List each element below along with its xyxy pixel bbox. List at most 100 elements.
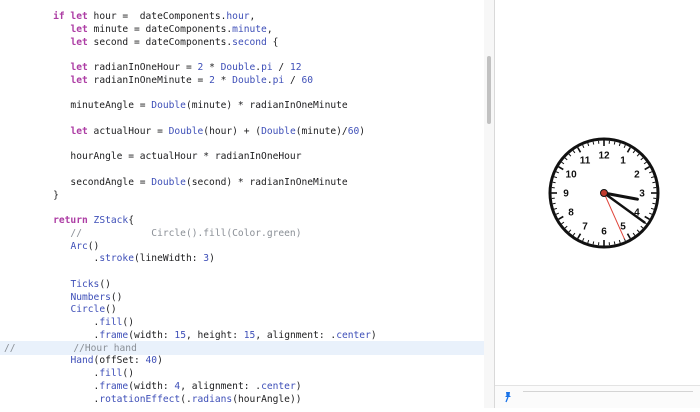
pin-icon[interactable] [502,391,514,403]
code-line[interactable]: .frame(width: 15, height: 15, alignment:… [30,329,377,342]
code-token: let [70,62,87,73]
code-token: center [261,381,296,392]
code-token: Arc [70,241,87,252]
code-line[interactable]: if let hour = dateComponents.hour, [30,10,255,23]
code-token: . [30,381,99,392]
code-editor[interactable]: if let hour = dateComponents.hour, let m… [0,0,484,408]
preview-bottom-bar [495,385,700,408]
code-token: hour = dateComponents. [88,11,227,22]
code-line[interactable]: let minute = dateComponents.minute, [30,23,273,36]
code-line[interactable]: .fill() [30,316,134,329]
code-line[interactable]: Circle() [30,303,117,316]
code-token: Double [169,126,204,137]
code-line[interactable]: // Circle().fill(Color.green) [30,227,301,240]
code-token: * [215,75,232,86]
code-line[interactable]: let actualHour = Double(hour) + (Double(… [30,125,365,138]
code-token [30,37,70,48]
code-line[interactable]: Ticks() [30,278,111,291]
code-token: { [128,215,134,226]
clock-number: 10 [566,170,578,181]
code-line[interactable]: let radianInOneHour = 2 * Double.pi / 12 [30,61,302,74]
code-token [30,355,70,366]
code-line[interactable]: let radianInOneMinute = 2 * Double.pi / … [30,74,313,87]
code-token: () [88,241,100,252]
code-token: . [30,394,99,405]
code-token: , alignment: . [180,381,261,392]
code-token: 12 [290,62,302,73]
code-token [30,75,70,86]
code-token: let [70,37,87,48]
code-token: hour [226,11,249,22]
code-token: . [30,253,99,264]
code-token: Ticks [70,279,99,290]
clock-number: 2 [634,170,640,181]
clock-number: 9 [563,189,569,200]
clock-number: 7 [582,221,588,232]
code-token: . [30,330,99,341]
code-token: 15 [244,330,256,341]
code-line[interactable]: Hand(offSet: 40) [30,354,163,367]
code-token: second = dateComponents. [88,37,232,48]
code-line[interactable]: .stroke(lineWidth: 3) [30,252,215,265]
code-line[interactable]: secondAngle = Double(second) * radianInO… [30,176,348,189]
code-token: frame [99,381,128,392]
code-token [30,279,70,290]
code-token: () [111,292,123,303]
code-token: (width: [128,330,174,341]
code-token: hourAngle = actualHour * radianInOneHour [30,151,301,162]
code-token: , alignment: . [255,330,336,341]
clock-tick [593,241,594,244]
code-token: frame [99,330,128,341]
clock-number: 8 [568,208,574,219]
code-line[interactable]: // //Hour hand [4,342,137,355]
code-token: Double [232,75,267,86]
code-token: 60 [302,75,314,86]
code-line[interactable]: hourAngle = actualHour * radianInOneHour [30,150,301,163]
code-token: return [53,215,88,226]
code-token: ) [359,126,365,137]
code-token: radians [192,394,232,405]
code-token: , [267,24,273,35]
code-token: minute = dateComponents. [88,24,232,35]
code-token: (. [180,394,192,405]
clock-tick [553,182,556,183]
code-token: center [336,330,371,341]
code-token: , [250,11,256,22]
clock-view: 121234567891011 [495,0,700,408]
code-token: // Circle().fill(Color.green) [30,228,301,239]
code-token: / [284,75,301,86]
code-token: 40 [146,355,158,366]
code-token: Double [261,126,296,137]
code-token: (hour) + ( [203,126,261,137]
code-line[interactable]: minuteAngle = Double(minute) * radianInO… [30,99,348,112]
code-token: 60 [348,126,360,137]
clock-tick [553,203,556,204]
code-token: () [99,279,111,290]
code-token: (hourAngle)) [232,394,301,405]
code-line[interactable]: return ZStack{ [30,214,134,227]
clock-tick [652,203,655,204]
code-token: () [105,304,117,315]
code-line[interactable]: .fill() [30,367,134,380]
code-line[interactable]: Numbers() [30,291,122,304]
code-token [30,126,70,137]
code-token [30,292,70,303]
preview-canvas: 121234567891011 [495,0,700,408]
code-line[interactable]: let second = dateComponents.second { [30,36,278,49]
code-token: } [30,190,59,201]
scrollbar-thumb[interactable] [487,56,491,124]
code-token: / [273,62,290,73]
code-token: Numbers [70,292,110,303]
code-token: (second) * radianInOneMinute [186,177,348,188]
editor-scrollbar[interactable] [484,0,494,408]
code-token: fill [99,317,122,328]
code-line[interactable]: .frame(width: 4, alignment: .center) [30,380,302,393]
code-token: . [30,317,99,328]
code-token: ZStack [94,215,129,226]
code-line[interactable]: } [30,189,59,202]
code-line[interactable]: .rotationEffect(.radians(hourAngle)) [30,393,302,406]
clock-tick [652,182,655,183]
clock-number: 12 [598,151,610,162]
code-line[interactable]: Arc() [30,240,99,253]
code-token: Double [221,62,256,73]
